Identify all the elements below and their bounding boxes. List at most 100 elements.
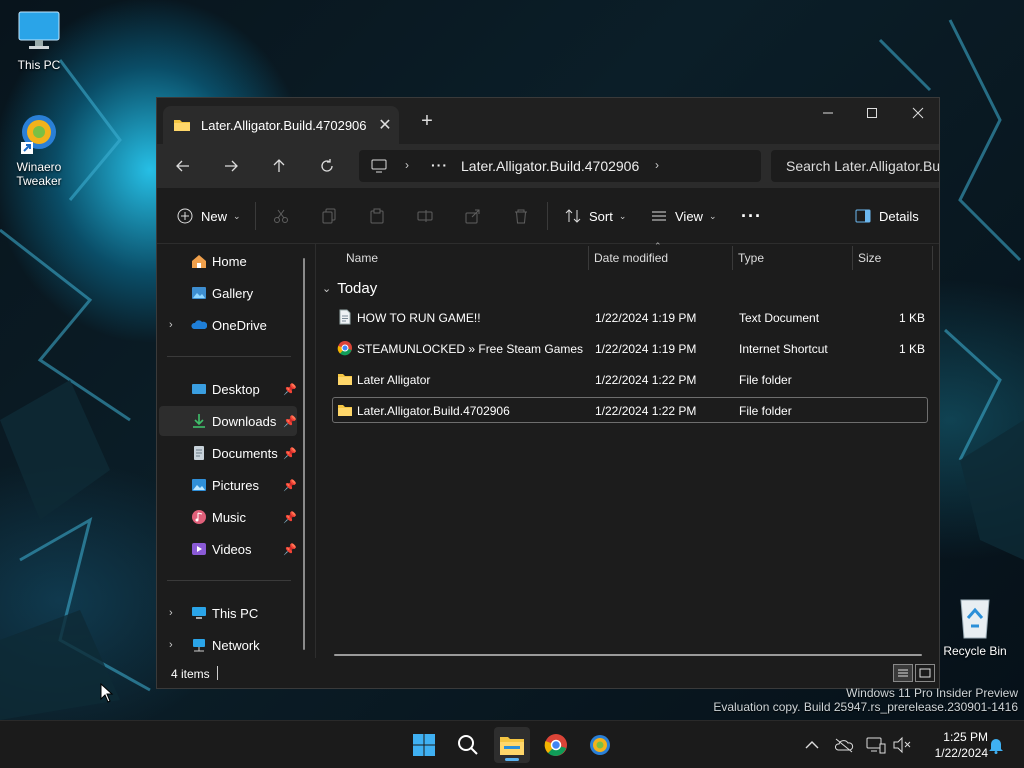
- clock[interactable]: 1:25 PM 1/22/2024: [918, 729, 988, 761]
- file-name: Later.Alligator.Build.4702906: [357, 404, 510, 418]
- pin-icon[interactable]: 📌: [283, 479, 297, 492]
- desktop-icon-recycle-bin[interactable]: Recycle Bin: [936, 596, 1014, 658]
- taskbar-winaero-tweaker[interactable]: [582, 727, 618, 763]
- group-header-today[interactable]: ⌄ Today: [322, 276, 377, 300]
- nav-item-gallery[interactable]: Gallery: [159, 278, 297, 308]
- taskbar-chrome[interactable]: [538, 727, 574, 763]
- nav-label: This PC: [212, 605, 259, 621]
- divider: [255, 202, 256, 230]
- paste-button[interactable]: [369, 202, 385, 230]
- refresh-button[interactable]: [313, 152, 341, 180]
- delete-button[interactable]: [513, 202, 529, 230]
- nav-item-documents[interactable]: Documents 📌: [159, 438, 297, 468]
- chevron-right-icon[interactable]: ›: [655, 158, 659, 172]
- new-tab-button[interactable]: +: [415, 110, 439, 134]
- column-header-type-label: Type: [738, 251, 765, 265]
- cloud-icon: [191, 317, 208, 333]
- folder-icon: [337, 402, 353, 418]
- pin-icon[interactable]: 📌: [283, 511, 297, 524]
- nav-item-pictures[interactable]: Pictures 📌: [159, 470, 297, 500]
- breadcrumb-overflow[interactable]: ···: [431, 157, 448, 173]
- nav-item-home[interactable]: Home: [159, 246, 297, 276]
- details-view-toggle[interactable]: [893, 664, 913, 682]
- desktop-folder-icon: [191, 381, 207, 397]
- path-breadcrumb[interactable]: › ··· Later.Alligator.Build.4702906 ›: [359, 150, 761, 182]
- share-button[interactable]: [465, 202, 481, 230]
- minimize-button[interactable]: [805, 98, 851, 128]
- nav-label: Network: [212, 637, 260, 653]
- file-size: 1 KB: [898, 342, 925, 356]
- more-options-button[interactable]: ···: [741, 202, 762, 230]
- nav-item-downloads[interactable]: Downloads 📌: [159, 406, 297, 436]
- start-button[interactable]: [406, 727, 442, 763]
- search-input[interactable]: Search Later.Alligator.Build.4702906: [771, 150, 940, 182]
- search-placeholder: Search Later.Alligator.Build.4702906: [786, 158, 940, 174]
- search-button[interactable]: [450, 727, 486, 763]
- file-row[interactable]: Later Alligator 1/22/2024 1:22 PM File f…: [332, 366, 928, 392]
- pin-icon[interactable]: 📌: [283, 383, 297, 396]
- forward-button[interactable]: [217, 152, 245, 180]
- horizontal-scrollbar[interactable]: [334, 654, 922, 656]
- column-header-size[interactable]: Size: [852, 244, 932, 272]
- desktop-icon-this-pc[interactable]: This PC: [0, 10, 78, 72]
- nav-label: Home: [212, 253, 247, 269]
- taskbar-file-explorer[interactable]: [494, 727, 530, 763]
- nav-item-videos[interactable]: Videos 📌: [159, 534, 297, 564]
- tiles-view-toggle[interactable]: [915, 664, 935, 682]
- up-button[interactable]: [265, 152, 293, 180]
- volume-tray-icon[interactable]: [892, 735, 912, 755]
- view-button[interactable]: View ⌄: [651, 202, 717, 230]
- divider: [547, 202, 548, 230]
- chevron-right-icon[interactable]: ›: [169, 319, 173, 331]
- column-header-name[interactable]: Name: [340, 244, 588, 272]
- nav-item-desktop[interactable]: Desktop 📌: [159, 374, 297, 404]
- chevron-right-icon[interactable]: ›: [169, 607, 173, 619]
- nav-scrollbar[interactable]: [303, 258, 305, 650]
- status-bar: 4 items: [157, 658, 939, 688]
- column-divider[interactable]: [932, 246, 933, 270]
- text-document-icon: [337, 309, 353, 325]
- close-window-button[interactable]: [895, 98, 939, 128]
- nav-label: Documents: [212, 445, 278, 461]
- breadcrumb-current-folder[interactable]: Later.Alligator.Build.4702906: [461, 158, 639, 174]
- pin-icon[interactable]: 📌: [283, 415, 297, 428]
- pin-icon[interactable]: 📌: [283, 447, 297, 460]
- chevron-right-icon[interactable]: ›: [405, 158, 409, 172]
- nav-item-network[interactable]: › Network: [159, 630, 297, 660]
- notifications-button[interactable]: [986, 735, 1006, 755]
- nav-item-onedrive[interactable]: › OneDrive: [159, 310, 297, 340]
- sort-button[interactable]: Sort ⌄: [565, 202, 626, 230]
- tiles-view-icon: [919, 668, 931, 678]
- monitor-icon[interactable]: [371, 159, 387, 176]
- nav-label: OneDrive: [212, 317, 267, 333]
- explorer-content: Home Gallery › OneDrive Desktop 📌 Downlo…: [157, 241, 939, 660]
- nav-item-music[interactable]: Music 📌: [159, 502, 297, 532]
- cut-button[interactable]: [273, 202, 289, 230]
- back-button[interactable]: [169, 152, 197, 180]
- mouse-cursor-icon: [100, 683, 114, 703]
- file-row[interactable]: HOW TO RUN GAME!! 1/22/2024 1:19 PM Text…: [332, 304, 928, 330]
- file-type: Internet Shortcut: [739, 342, 828, 356]
- new-button[interactable]: New ⌄: [177, 202, 241, 230]
- desktop-icon-winaero-tweaker[interactable]: Winaero Tweaker: [0, 112, 78, 188]
- nav-item-this-pc[interactable]: › This PC: [159, 598, 297, 628]
- clock-date: 1/22/2024: [934, 746, 988, 760]
- column-header-type[interactable]: Type: [732, 244, 852, 272]
- file-row-selected[interactable]: Later.Alligator.Build.4702906 1/22/2024 …: [332, 397, 928, 423]
- show-hidden-icons-button[interactable]: [802, 735, 822, 755]
- file-type: File folder: [739, 373, 792, 387]
- close-tab-button[interactable]: ✕: [371, 115, 399, 135]
- chevron-down-icon: ⌄: [708, 210, 717, 221]
- rename-button[interactable]: [417, 202, 433, 230]
- chevron-right-icon[interactable]: ›: [169, 639, 173, 651]
- address-bar: › ··· Later.Alligator.Build.4702906 › Se…: [157, 144, 939, 188]
- details-pane-button[interactable]: Details: [855, 202, 919, 230]
- copy-button[interactable]: [321, 202, 337, 230]
- network-tray-icon[interactable]: [866, 735, 886, 755]
- maximize-button[interactable]: [849, 98, 895, 128]
- file-date: 1/22/2024 1:22 PM: [595, 373, 697, 387]
- pin-icon[interactable]: 📌: [283, 543, 297, 556]
- file-row[interactable]: STEAMUNLOCKED » Free Steam Games ... 1/2…: [332, 335, 928, 361]
- onedrive-tray-icon[interactable]: [834, 735, 854, 755]
- tab-active[interactable]: Later.Alligator.Build.4702906 ✕: [163, 106, 399, 144]
